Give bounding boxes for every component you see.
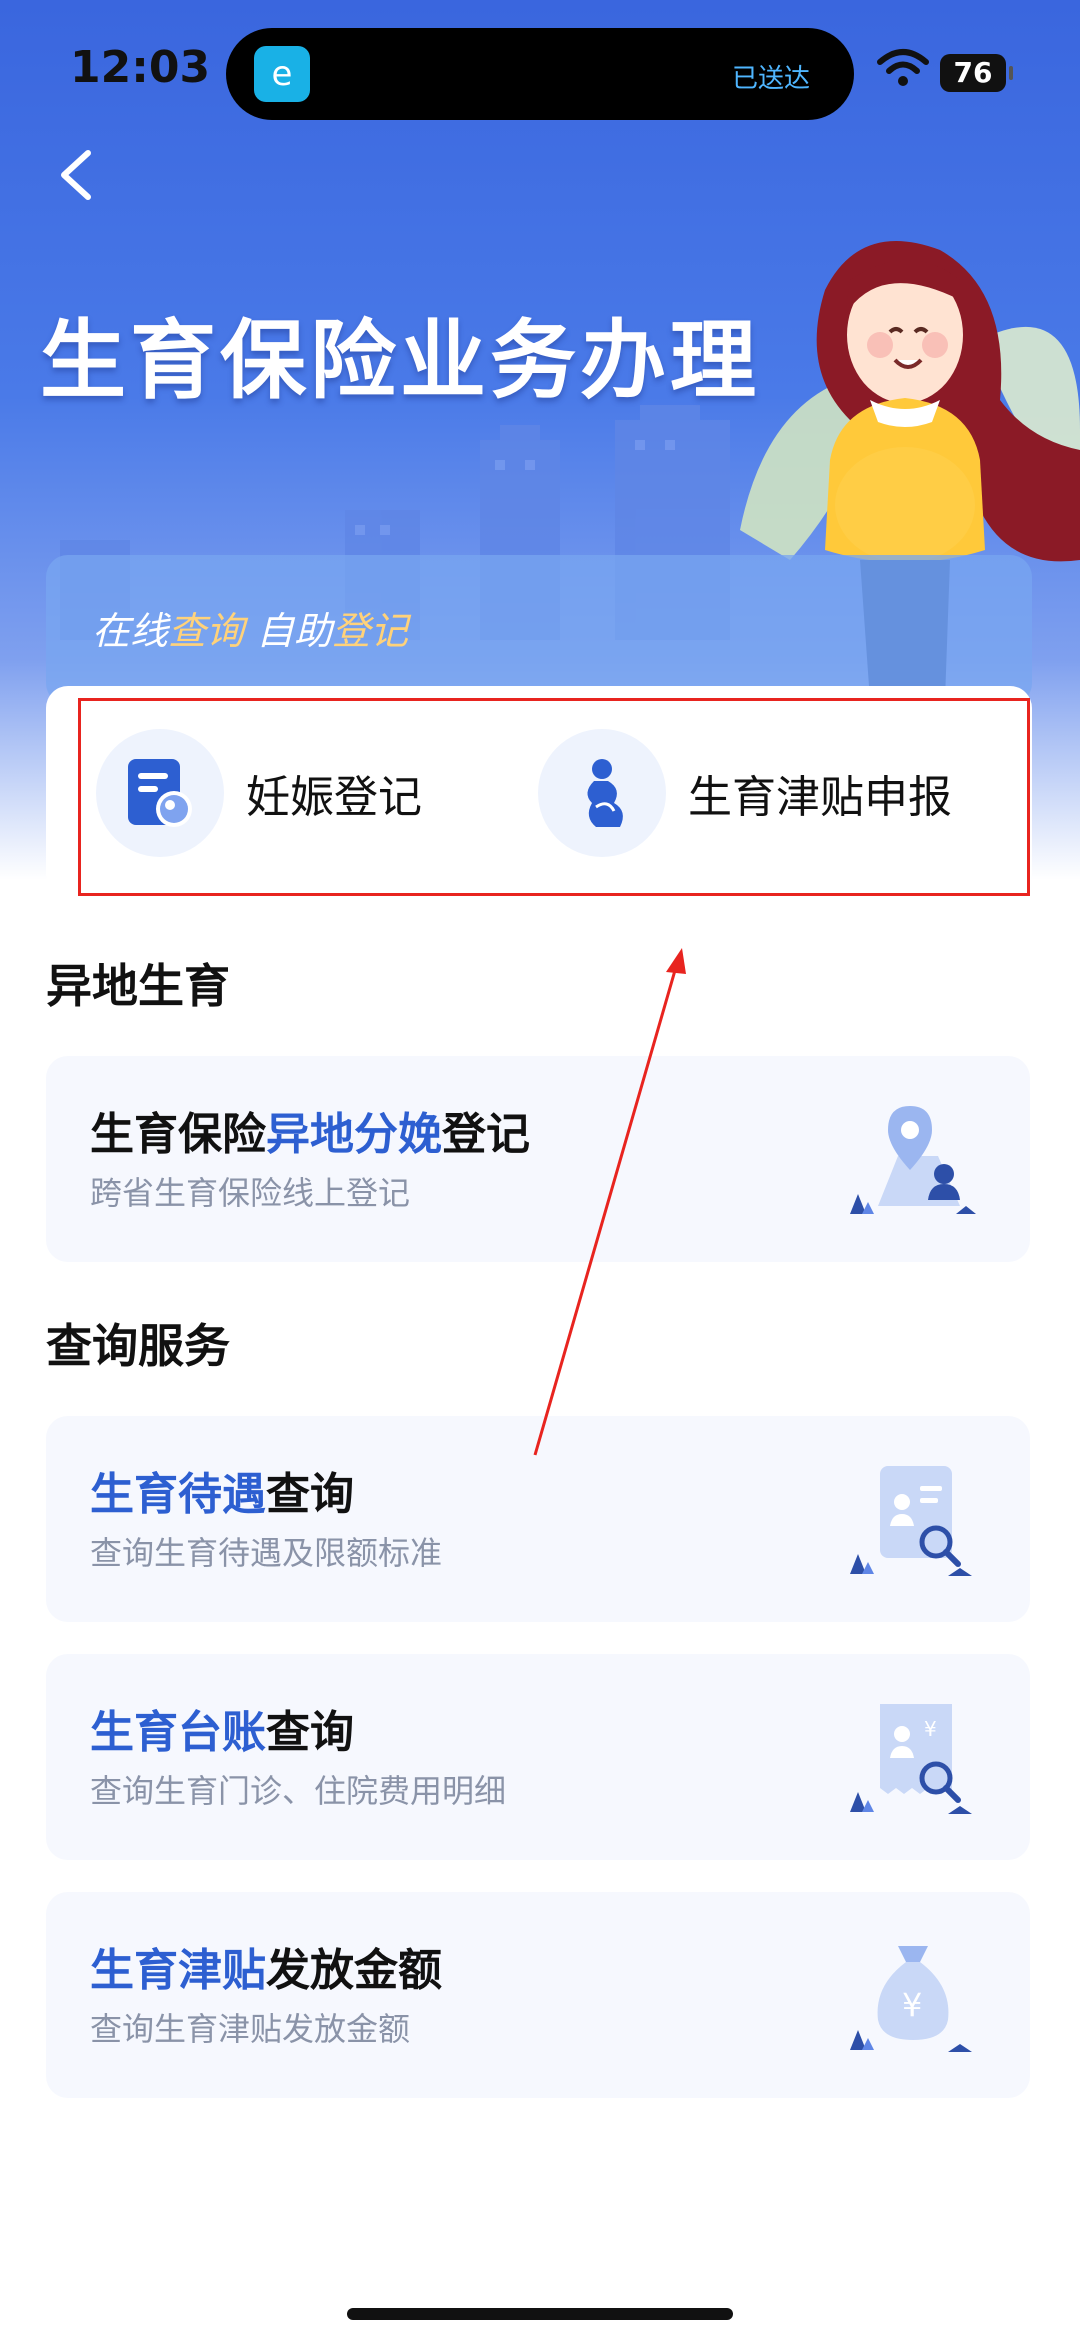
banner-text-self: 自助 <box>244 609 333 653</box>
allowance-title-highlight: 生育津贴 <box>90 1945 266 1996</box>
allowance-amount-subtitle: 查询生育津贴发放金额 <box>90 2010 411 2048</box>
ledger-query-subtitle: 查询生育门诊、住院费用明细 <box>90 1772 507 1810</box>
section-title-query: 查询服务 <box>46 1319 230 1373</box>
benefit-title-post: 查询 <box>266 1469 354 1520</box>
wifi-icon <box>877 49 929 86</box>
location-person-icon <box>850 1106 976 1214</box>
svg-text:¥: ¥ <box>902 1986 922 2024</box>
offsite-delivery-title: 生育保险异地分娩登记 <box>90 1098 530 1162</box>
ledger-query-card[interactable]: 生育台账查询 查询生育门诊、住院费用明细 ¥ <box>46 1654 1030 1860</box>
offsite-title-pre: 生育保险 <box>90 1109 266 1160</box>
banner-text-register: 登记 <box>332 609 409 653</box>
page-title: 生育保险业务办理 <box>40 311 760 411</box>
money-bag-icon: ¥ <box>850 1946 972 2052</box>
banner-slogan: 在线查询 自助登记 <box>92 600 408 655</box>
status-bar: 12:03 e 已送达 76 <box>0 0 1080 140</box>
section-title-offsite: 异地生育 <box>46 959 230 1013</box>
benefit-query-subtitle: 查询生育待遇及限额标准 <box>90 1534 443 1572</box>
benefit-title-highlight: 生育待遇 <box>90 1469 266 1520</box>
banner-card: 在线查询 自助登记 <box>46 555 1032 705</box>
annotation-highlight-box <box>78 698 1030 896</box>
benefit-query-card[interactable]: 生育待遇查询 查询生育待遇及限额标准 <box>46 1416 1030 1622</box>
ledger-title-highlight: 生育台账 <box>90 1707 266 1758</box>
allowance-amount-title: 生育津贴发放金额 <box>90 1934 442 1998</box>
status-time: 12:03 <box>70 42 211 93</box>
receipt-search-icon: ¥ <box>850 1704 972 1814</box>
benefit-query-title: 生育待遇查询 <box>90 1458 354 1522</box>
offsite-delivery-subtitle: 跨省生育保险线上登记 <box>90 1174 411 1212</box>
app-badge-icon: e <box>254 46 310 102</box>
banner-text-query: 查询 <box>168 609 245 653</box>
ledger-title-post: 查询 <box>266 1707 354 1758</box>
dynamic-island[interactable]: e 已送达 <box>226 28 854 120</box>
offsite-title-post: 登记 <box>442 1109 530 1160</box>
allowance-amount-card[interactable]: 生育津贴发放金额 查询生育津贴发放金额 ¥ <box>46 1892 1030 2098</box>
battery-indicator: 76 <box>940 54 1013 92</box>
svg-text:¥: ¥ <box>924 1717 937 1741</box>
ledger-query-title: 生育台账查询 <box>90 1696 354 1760</box>
offsite-title-highlight: 异地分娩 <box>266 1109 442 1160</box>
delivered-status: 已送达 <box>731 64 810 94</box>
document-search-icon <box>850 1466 972 1576</box>
allowance-title-post: 发放金额 <box>266 1945 442 1996</box>
banner-text-online: 在线 <box>92 609 169 653</box>
home-indicator[interactable] <box>347 2308 733 2320</box>
offsite-delivery-card[interactable]: 生育保险异地分娩登记 跨省生育保险线上登记 <box>46 1056 1030 1262</box>
back-arrow-icon[interactable] <box>50 145 100 205</box>
